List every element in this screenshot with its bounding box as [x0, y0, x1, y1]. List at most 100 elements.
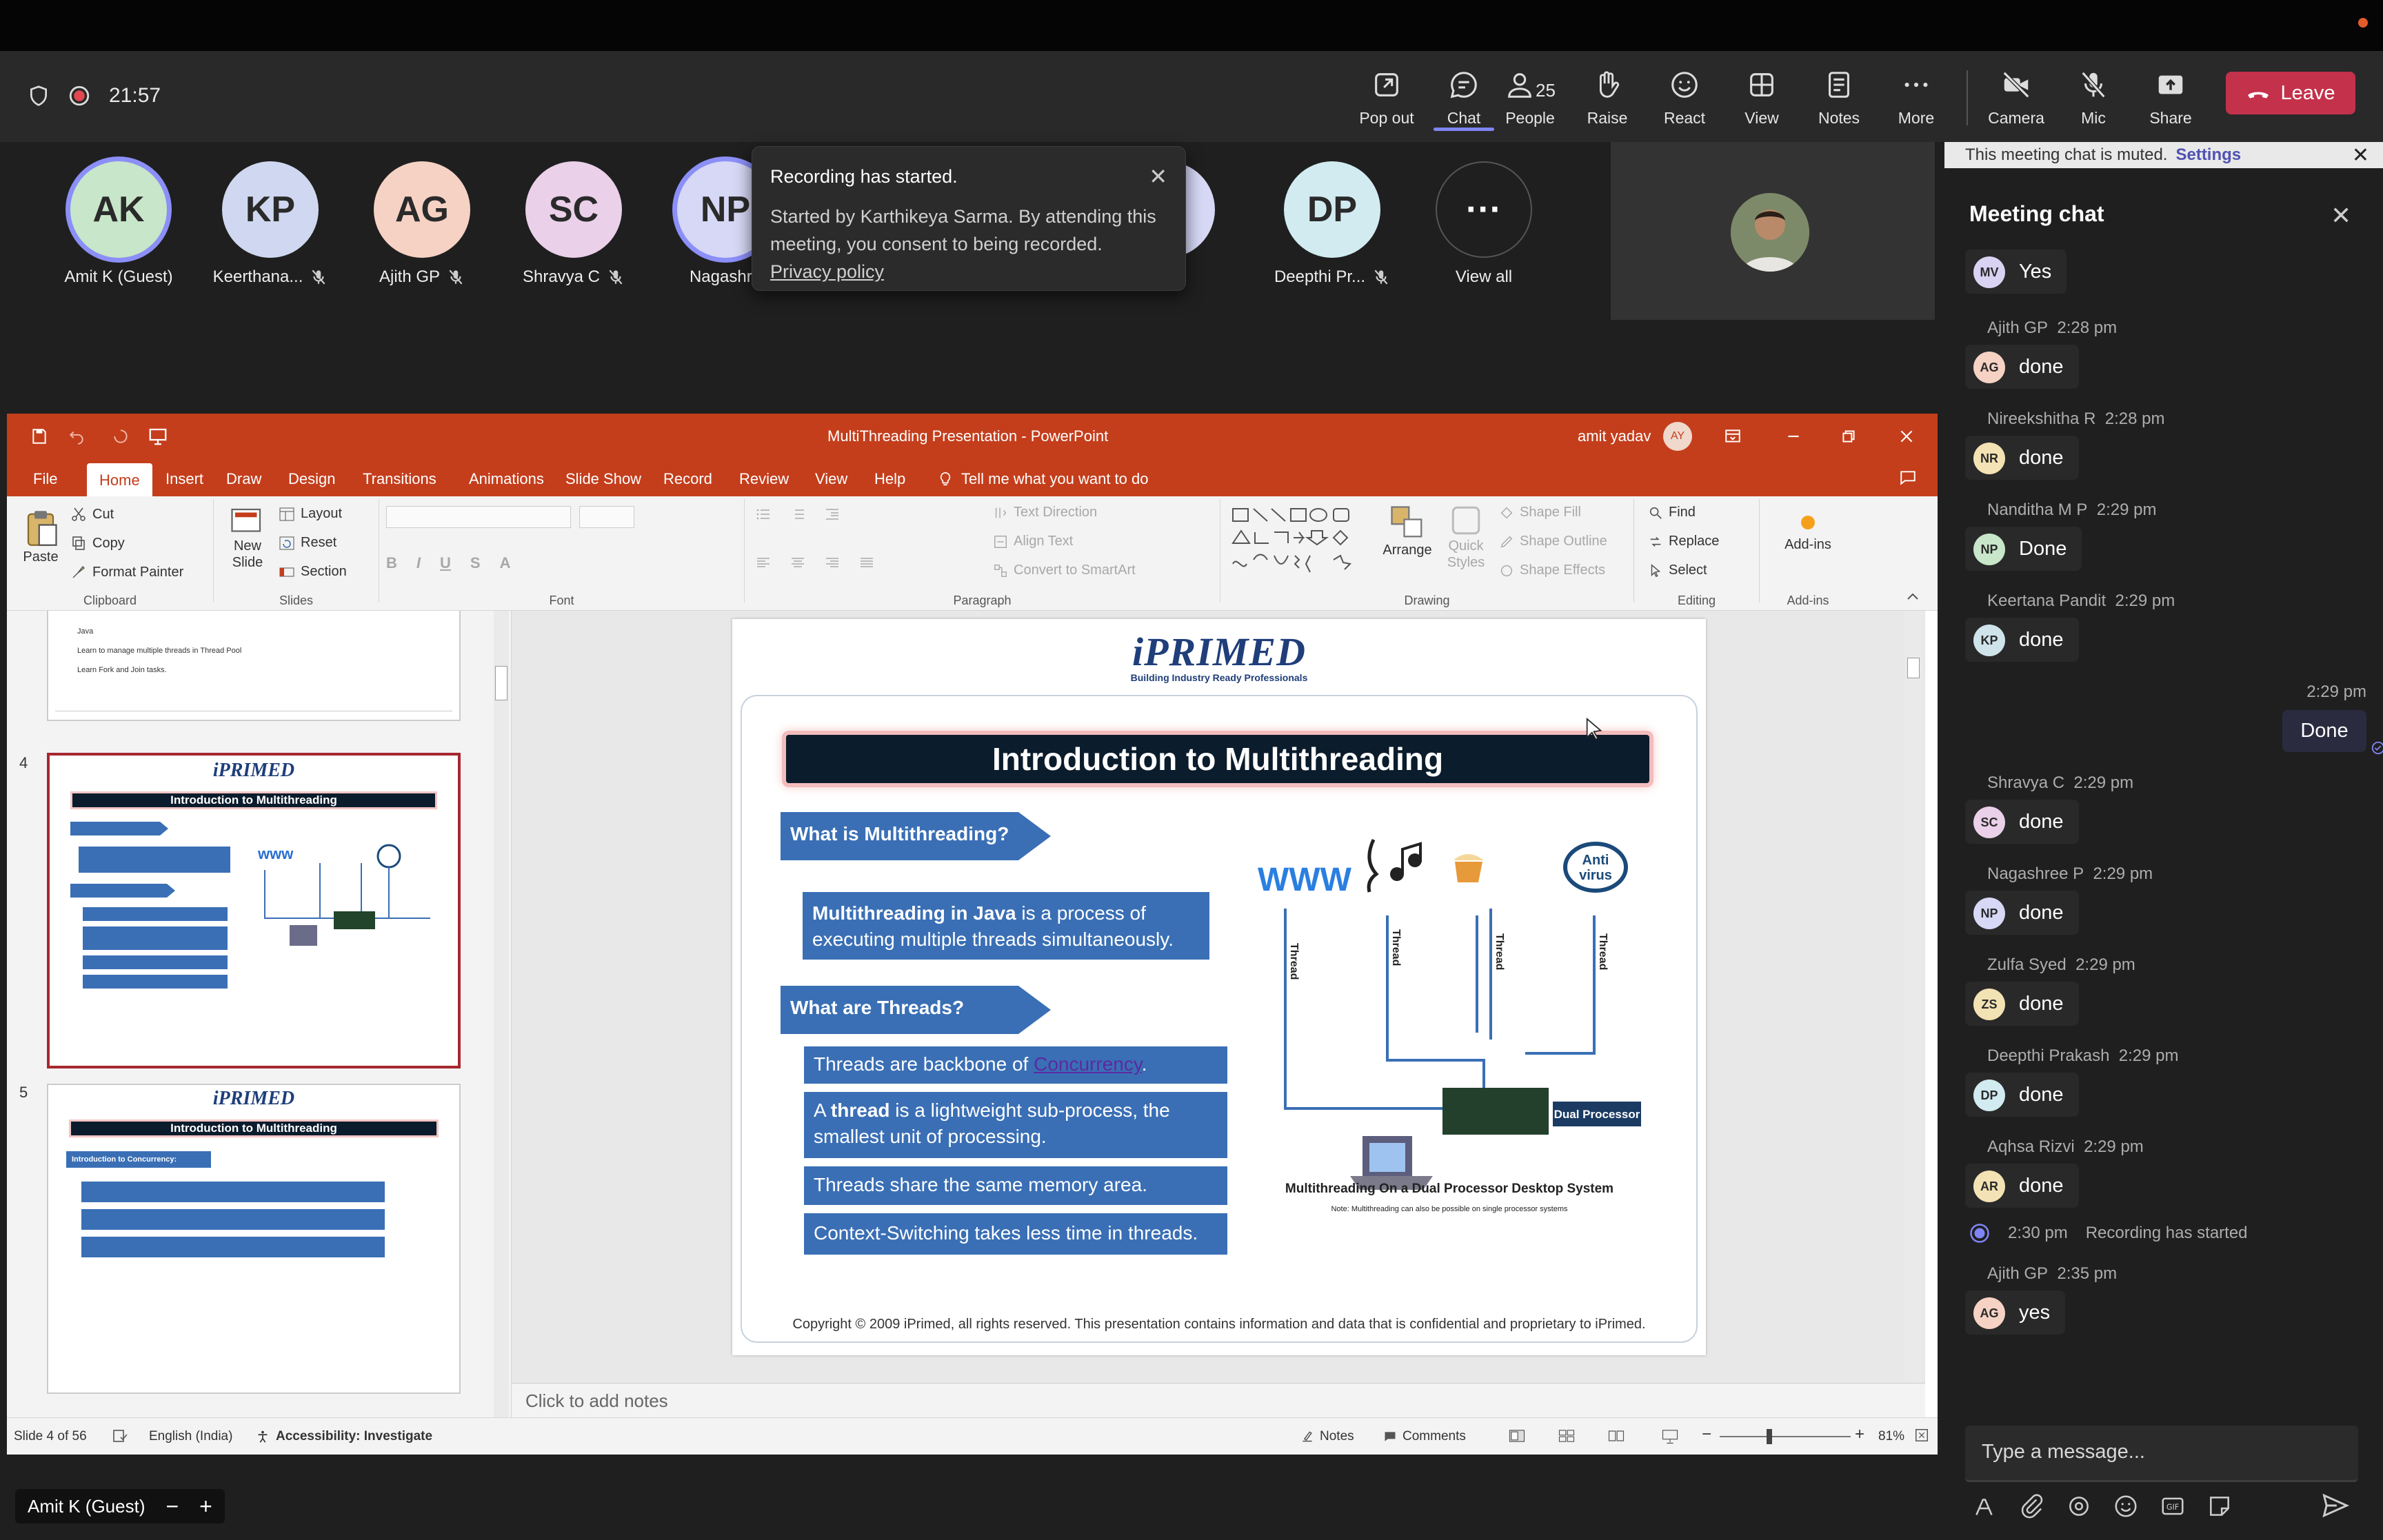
tell-me-search[interactable]: Tell me what you want to do: [931, 467, 1155, 491]
align-buttons[interactable]: [754, 554, 876, 571]
more-button[interactable]: More: [1878, 66, 1955, 142]
comments-icon[interactable]: [1899, 469, 1917, 487]
gif-icon[interactable]: GIF: [2160, 1493, 2186, 1519]
close-icon[interactable]: ✕: [2352, 143, 2369, 168]
undo-icon[interactable]: [68, 427, 86, 445]
select-button[interactable]: Select: [1648, 563, 1707, 578]
participant-tile[interactable]: KP Keerthana...: [201, 161, 339, 287]
section-button[interactable]: Section: [279, 564, 347, 580]
participant-tile[interactable]: SC Shravya C: [505, 161, 643, 287]
tab-review[interactable]: Review: [732, 467, 796, 491]
notes-pane[interactable]: Click to add notes: [512, 1383, 1925, 1417]
minimize-icon[interactable]: [1784, 427, 1802, 445]
chat-message-input[interactable]: Type a message...: [1965, 1426, 2358, 1482]
convert-smartart-button[interactable]: Convert to SmartArt: [993, 563, 1136, 578]
tab-slide-show[interactable]: Slide Show: [559, 467, 648, 491]
shape-effects-button[interactable]: Shape Effects: [1499, 563, 1605, 578]
cut-button[interactable]: Cut: [70, 506, 114, 523]
slide-thumbnail-3[interactable]: Java Learn to manage multiple threads in…: [47, 611, 461, 721]
reset-button[interactable]: Reset: [279, 535, 336, 551]
paste-button[interactable]: Paste: [17, 507, 65, 565]
view-all-button[interactable]: ··· View all: [1415, 161, 1553, 287]
slide-thumbnail-5[interactable]: iPRIMED Introduction to Multithreading I…: [47, 1084, 461, 1394]
zoom-level[interactable]: 81%: [1878, 1429, 1904, 1444]
zoom-in-button[interactable]: +: [199, 1494, 212, 1519]
current-slide[interactable]: iPRIMED Building Industry Ready Professi…: [732, 619, 1706, 1355]
accessibility-checker[interactable]: Accessibility: Investigate: [255, 1429, 432, 1444]
slideshow-icon[interactable]: [1660, 1426, 1680, 1446]
bold-icon[interactable]: B: [386, 554, 397, 572]
camera-button[interactable]: Camera: [1978, 66, 2055, 142]
tab-transitions[interactable]: Transitions: [356, 467, 443, 491]
format-text-icon[interactable]: [1972, 1493, 1998, 1519]
quick-styles-button[interactable]: Quick Styles: [1438, 503, 1494, 571]
share-button[interactable]: Share: [2132, 66, 2209, 142]
attach-icon[interactable]: [2019, 1493, 2045, 1519]
tab-file[interactable]: File: [26, 467, 64, 491]
shapes-gallery-icon[interactable]: [1230, 505, 1375, 574]
strikethrough-icon[interactable]: S: [470, 554, 481, 572]
find-button[interactable]: Find: [1648, 505, 1696, 520]
normal-view-icon[interactable]: [1507, 1426, 1527, 1446]
fit-to-window-icon[interactable]: [1914, 1428, 1929, 1443]
layout-button[interactable]: Layout: [279, 506, 342, 522]
zoom-out-button[interactable]: −: [165, 1494, 179, 1519]
text-direction-button[interactable]: Text Direction: [993, 505, 1097, 520]
addins-button[interactable]: Add-ins: [1767, 509, 1849, 553]
participant-tile[interactable]: DP Deepthi Pr...: [1263, 161, 1401, 287]
user-avatar[interactable]: AY: [1663, 422, 1692, 451]
participant-tile[interactable]: AK Amit K (Guest): [50, 161, 188, 287]
list-buttons[interactable]: [754, 506, 841, 523]
language-indicator[interactable]: English (India): [149, 1429, 232, 1444]
mic-button[interactable]: Mic: [2055, 66, 2132, 142]
privacy-policy-link[interactable]: Privacy policy: [770, 261, 884, 282]
close-icon[interactable]: ✕: [2331, 201, 2351, 230]
shape-fill-button[interactable]: Shape Fill: [1499, 505, 1581, 520]
emoji-icon[interactable]: [2113, 1493, 2139, 1519]
slide-thumbnail-4[interactable]: iPRIMED Introduction to Multithreading w…: [47, 753, 461, 1068]
present-icon[interactable]: [148, 426, 168, 447]
copy-button[interactable]: Copy: [70, 535, 125, 551]
tab-insert[interactable]: Insert: [159, 467, 210, 491]
close-window-icon[interactable]: [1898, 427, 1916, 445]
comments-toggle[interactable]: Comments: [1383, 1429, 1466, 1444]
zoom-out-button[interactable]: −: [1702, 1425, 1711, 1444]
save-icon[interactable]: [30, 427, 48, 445]
tab-record[interactable]: Record: [656, 467, 719, 491]
redo-icon[interactable]: [112, 427, 130, 445]
pop-out-button[interactable]: Pop out: [1348, 66, 1425, 142]
reading-view-icon[interactable]: [1607, 1426, 1626, 1446]
people-button[interactable]: 25 People: [1491, 66, 1569, 142]
font-style-buttons[interactable]: BIUSA: [386, 554, 510, 572]
view-button[interactable]: View: [1723, 66, 1800, 142]
shape-outline-button[interactable]: Shape Outline: [1499, 534, 1607, 549]
concurrency-link[interactable]: Concurrency: [1034, 1053, 1142, 1075]
settings-link[interactable]: Settings: [2175, 145, 2241, 165]
tab-draw[interactable]: Draw: [219, 467, 268, 491]
tab-design[interactable]: Design: [281, 467, 342, 491]
raise-hand-button[interactable]: Raise: [1569, 66, 1646, 142]
editor-scrollbar[interactable]: [1904, 611, 1922, 1383]
spellcheck-icon[interactable]: [112, 1428, 128, 1444]
tab-animations[interactable]: Animations: [462, 467, 551, 491]
react-button[interactable]: React: [1646, 66, 1723, 142]
send-icon[interactable]: [2320, 1490, 2351, 1521]
new-slide-button[interactable]: New Slide: [223, 506, 272, 571]
thumbnail-scrollbar[interactable]: [494, 611, 509, 1417]
slide-sorter-icon[interactable]: [1557, 1426, 1576, 1446]
collapse-ribbon-icon[interactable]: [1904, 589, 1921, 605]
tab-view[interactable]: View: [808, 467, 854, 491]
replace-button[interactable]: Replace: [1648, 534, 1719, 549]
loop-icon[interactable]: [2066, 1493, 2092, 1519]
align-text-button[interactable]: Align Text: [993, 534, 1073, 549]
font-color-icon[interactable]: A: [500, 554, 511, 572]
notes-button[interactable]: Notes: [1800, 66, 1878, 142]
font-size-select[interactable]: [579, 506, 634, 528]
sticker-icon[interactable]: [2206, 1493, 2233, 1519]
tab-home[interactable]: Home: [87, 463, 152, 496]
tab-help[interactable]: Help: [867, 467, 912, 491]
participant-tile[interactable]: AG Ajith GP: [353, 161, 491, 287]
leave-button[interactable]: Leave: [2226, 72, 2355, 114]
font-name-select[interactable]: [386, 506, 571, 528]
underline-icon[interactable]: U: [440, 554, 451, 572]
